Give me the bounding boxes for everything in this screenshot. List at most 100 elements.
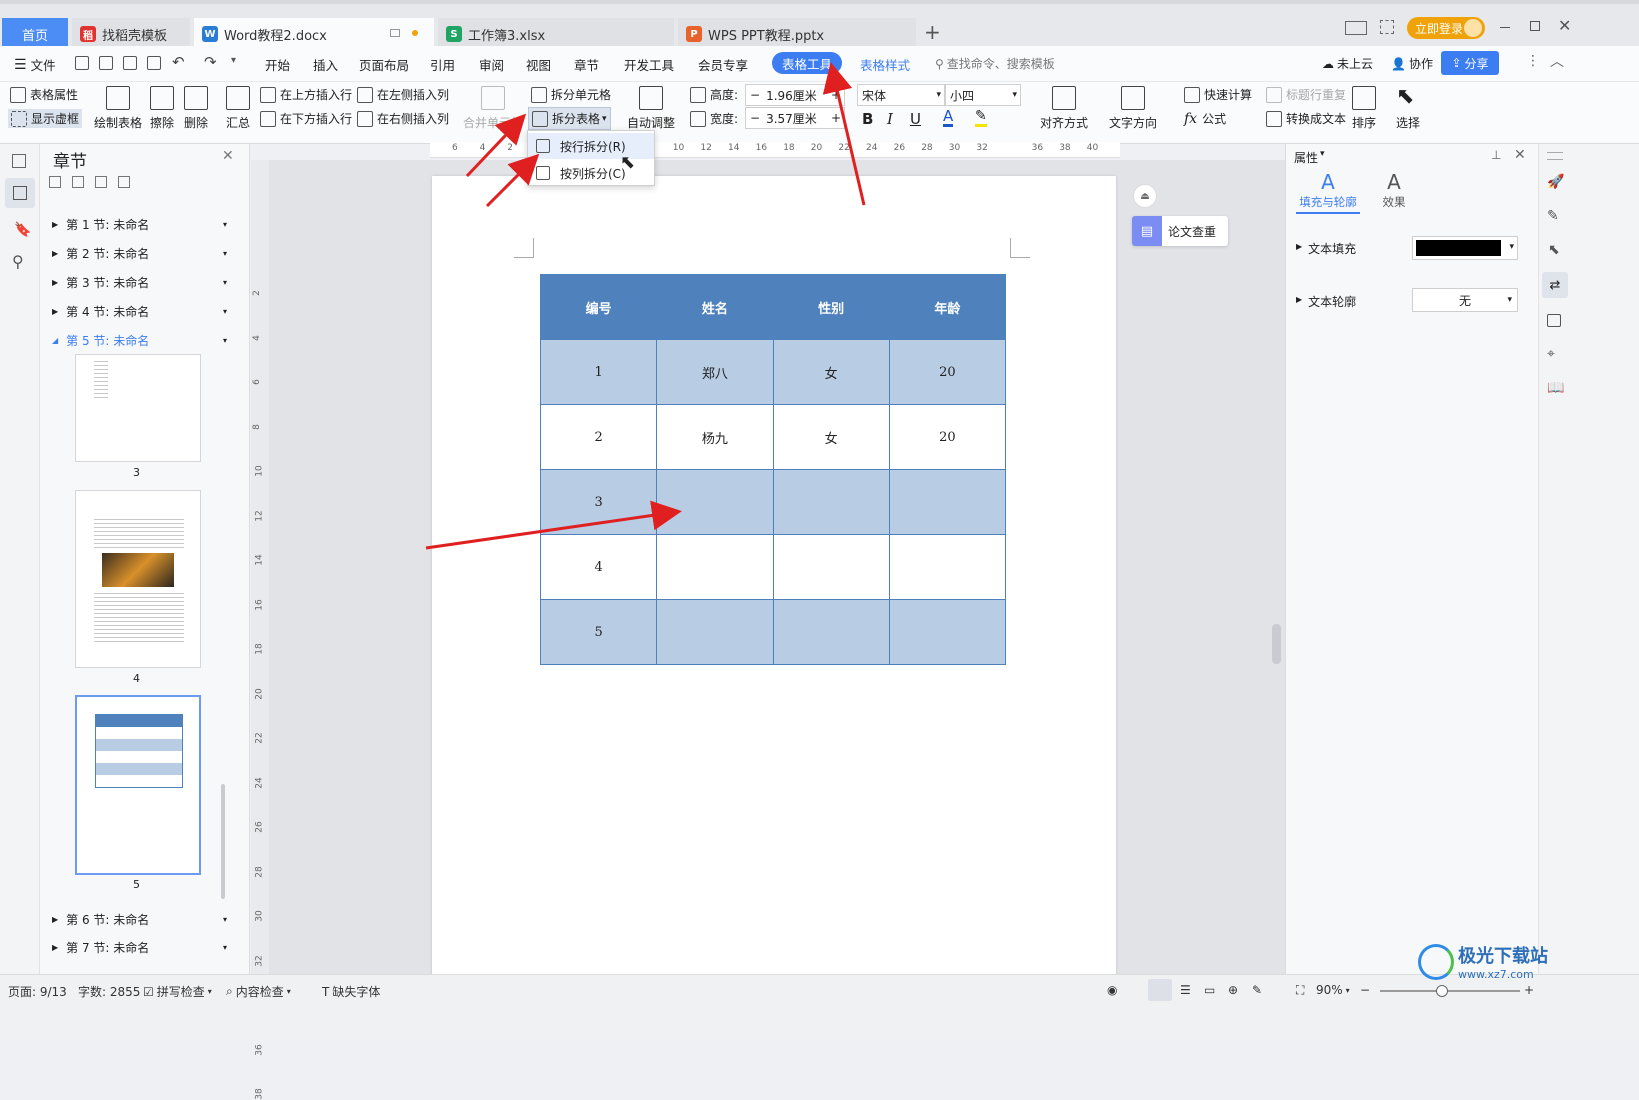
menu-chapter[interactable]: 章节 (574, 55, 599, 74)
table-cell[interactable] (656, 469, 774, 535)
insert-row-below-button[interactable]: 在下方插入行 (260, 110, 352, 127)
page-thumbnail-4[interactable] (75, 490, 201, 668)
text-fill-color-select[interactable]: ▾ (1412, 236, 1518, 260)
col-header-gender[interactable]: 性别 (772, 274, 890, 340)
nav-section-1[interactable]: ▶ 第 1 节: 未命名 ▾ (52, 216, 227, 233)
height-minus-icon[interactable]: − (750, 88, 760, 102)
command-search[interactable]: ⚲ 查找命令、搜索模板 (935, 55, 1055, 72)
eye-protect-icon[interactable]: ◉ (1107, 983, 1117, 997)
table-cell[interactable] (656, 599, 774, 665)
table-cell[interactable] (888, 599, 1007, 665)
menu-member[interactable]: 会员专享 (698, 55, 748, 74)
maximize-icon[interactable] (1530, 21, 1540, 31)
zoom-in-icon[interactable]: + (1524, 983, 1534, 997)
table-cell[interactable]: 女 (772, 339, 890, 405)
image-tool-icon[interactable] (1547, 314, 1561, 327)
menu-review[interactable]: 审阅 (479, 55, 504, 74)
text-fill-row[interactable]: ▶ 文本填充 (1296, 240, 1356, 257)
zoom-slider-handle[interactable] (1436, 985, 1448, 997)
more-options-icon[interactable]: ⋮ (1526, 53, 1540, 69)
rocket-icon[interactable]: 🚀 (1547, 174, 1564, 190)
nav-section-4[interactable]: ▶ 第 4 节: 未命名 ▾ (52, 303, 227, 320)
align-button[interactable]: 对齐方式 (1040, 86, 1088, 131)
table-cell[interactable]: 1 (539, 339, 658, 405)
nav-expand-all-icon[interactable] (49, 176, 61, 188)
layout-icon[interactable] (1345, 21, 1367, 35)
apps-grid-icon[interactable] (1380, 20, 1394, 34)
menu-start[interactable]: 开始 (265, 55, 290, 74)
table-cell[interactable] (772, 599, 890, 665)
width-minus-icon[interactable]: − (750, 111, 760, 125)
table-cell[interactable]: 3 (539, 469, 658, 535)
table-cell[interactable] (656, 534, 774, 600)
minimize-icon[interactable] (1500, 27, 1510, 28)
table-cell[interactable] (888, 534, 1007, 600)
chapter-nav-icon[interactable] (5, 178, 35, 208)
table-cell[interactable]: 2 (539, 404, 658, 470)
page-thumbnail-5[interactable] (75, 695, 201, 875)
new-tab-plus-icon[interactable]: + (924, 20, 941, 44)
menu-insert[interactable]: 插入 (313, 55, 338, 74)
search-nav-icon[interactable]: ⚲ (12, 252, 24, 271)
width-plus-icon[interactable]: + (831, 111, 841, 125)
undo-icon[interactable]: ↶ (172, 53, 185, 71)
write-view-icon[interactable]: ✎ (1252, 983, 1262, 997)
print-icon[interactable] (123, 56, 137, 70)
nav-section-5[interactable]: ◢ 第 5 节: 未命名 ▾ (52, 332, 227, 349)
missing-font-button[interactable]: T 缺失字体 (322, 983, 380, 1000)
word-count[interactable]: 字数: 2855 (78, 983, 140, 1000)
fit-page-icon[interactable]: ⛶ (1296, 983, 1304, 998)
page-indicator[interactable]: 页面: 9/13 (8, 983, 67, 1000)
tab-fill-outline[interactable]: A 填充与轮廓 (1296, 170, 1360, 214)
sort-button[interactable]: 排序 (1352, 86, 1376, 131)
table-cell[interactable]: 5 (539, 599, 658, 665)
row-height-stepper[interactable]: −1.96厘米 + (745, 84, 845, 106)
share-button[interactable]: ⇪ 分享 (1441, 51, 1499, 75)
nav-close-icon[interactable]: ✕ (222, 148, 234, 164)
draw-table-button[interactable]: 绘制表格 (94, 86, 142, 131)
font-color-icon[interactable]: A (943, 109, 954, 127)
menu-developer[interactable]: 开发工具 (624, 55, 674, 74)
paper-check-button[interactable]: ▤ 论文查重 (1132, 216, 1228, 246)
nav-section-6[interactable]: ▶ 第 6 节: 未命名 ▾ (52, 911, 227, 928)
outline-icon[interactable] (12, 154, 26, 168)
col-header-id[interactable]: 编号 (539, 274, 658, 340)
pen-icon[interactable]: ✎ (1547, 208, 1559, 224)
nav-collapse-all-icon[interactable] (72, 176, 84, 188)
bookmark-icon[interactable]: 🔖 (14, 222, 31, 238)
rail-collapse-icon[interactable] (1547, 152, 1563, 160)
location-icon[interactable]: ⌖ (1547, 346, 1555, 362)
col-header-age[interactable]: 年龄 (888, 274, 1007, 340)
file-menu[interactable]: ☰ 文件 (14, 55, 56, 74)
delete-button[interactable]: 删除 (184, 86, 208, 131)
outline-view-icon[interactable]: ☰ (1180, 983, 1191, 997)
height-plus-icon[interactable]: + (831, 88, 841, 102)
menu-layout[interactable]: 页面布局 (359, 55, 409, 74)
table-cell[interactable] (772, 534, 890, 600)
web-view-icon[interactable]: ⊕ (1228, 983, 1238, 997)
page-thumbnail-3[interactable] (75, 354, 201, 462)
pointer-icon[interactable]: ⬉ (1548, 242, 1560, 258)
bold-icon[interactable]: B (862, 110, 873, 128)
split-cells-button[interactable]: 拆分单元格 (531, 86, 611, 103)
zoom-out-icon[interactable]: − (1360, 983, 1370, 997)
collapse-float-button[interactable]: ⏏ (1133, 184, 1157, 208)
merge-cells-button[interactable]: 合并单元格 (463, 86, 523, 131)
col-header-name[interactable]: 姓名 (656, 274, 774, 340)
nav-add-icon[interactable] (95, 176, 107, 188)
insert-col-left-button[interactable]: 在左侧插入列 (357, 86, 449, 103)
table-cell[interactable]: 女 (772, 404, 890, 470)
table-cell[interactable]: 20 (888, 404, 1007, 470)
font-size-select[interactable]: 小四 ▾ (945, 84, 1021, 106)
adjust-icon[interactable]: ⇄ (1542, 272, 1568, 298)
formula-button[interactable]: fx 公式 (1184, 110, 1226, 127)
zoom-level[interactable]: 90% ▾ (1316, 983, 1350, 997)
convert-to-text-button[interactable]: 转换成文本 (1266, 110, 1346, 127)
text-outline-row[interactable]: ▶ 文本轮廓 (1296, 293, 1356, 310)
data-table[interactable]: 编号 姓名 性别 年龄 1 郑八 女 20 2 杨九 女 20 3 4 5 (539, 274, 1007, 665)
read-view-icon[interactable]: ▭ (1204, 983, 1215, 997)
print-preview-icon[interactable] (147, 56, 161, 70)
table-cell[interactable]: 20 (888, 339, 1007, 405)
props-close-icon[interactable]: ✕ (1514, 147, 1526, 163)
select-button[interactable]: ⬉ 选择 (1396, 86, 1420, 131)
